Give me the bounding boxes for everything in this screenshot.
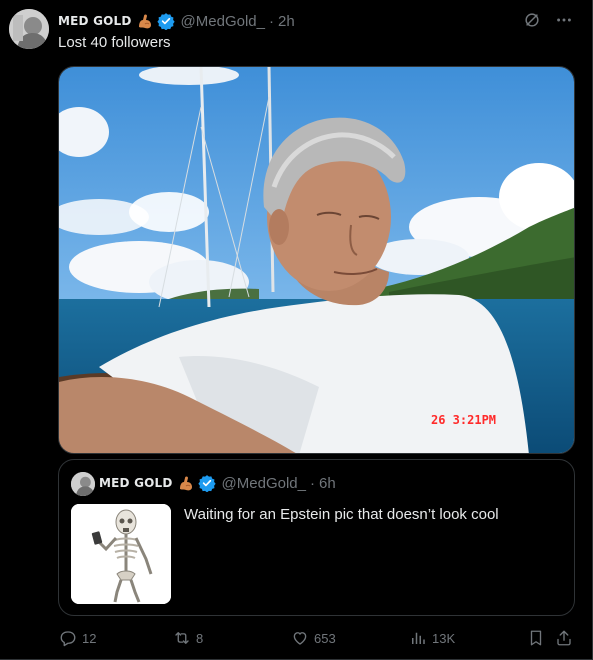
reply-button[interactable]: 12	[58, 626, 96, 650]
tweet-photo[interactable]: 26 3:21PM	[58, 66, 575, 454]
like-count: 653	[314, 630, 336, 646]
reply-count: 12	[82, 630, 97, 646]
top-actions	[522, 10, 574, 30]
action-bar: 12 8 653 13K	[58, 626, 578, 650]
timestamp[interactable]: 2h	[278, 13, 295, 30]
bookmark-icon	[526, 628, 546, 648]
separator-dot: ·	[268, 12, 274, 30]
share-button[interactable]	[554, 626, 574, 650]
quoted-header: MED GOLD @MedGold_ · 6h	[99, 473, 336, 493]
quoted-display-name: MED GOLD	[99, 476, 173, 490]
views-icon	[408, 628, 428, 648]
share-icon	[554, 628, 574, 648]
grok-icon[interactable]	[522, 10, 542, 30]
quoted-timestamp: 6h	[318, 474, 336, 492]
flexed-arm-emoji	[177, 474, 195, 492]
verified-icon	[156, 12, 175, 30]
views-button[interactable]: 13K	[408, 626, 455, 650]
like-icon	[290, 628, 310, 648]
avatar[interactable]	[9, 9, 49, 49]
like-button[interactable]: 653	[290, 626, 336, 650]
bookmark-button[interactable]	[526, 626, 546, 650]
retweet-count: 8	[196, 630, 204, 646]
verified-icon	[197, 474, 216, 492]
quoted-text: Waiting for an Epstein pic that doesn’t …	[184, 506, 499, 523]
flexed-arm-emoji	[136, 12, 154, 30]
tweet-header: MED GOLD @MedGold_ · 2h	[58, 11, 295, 31]
quoted-avatar[interactable]	[71, 472, 95, 496]
quoted-tweet[interactable]: MED GOLD @MedGold_ · 6h Waiting for an E…	[58, 459, 575, 616]
views-count: 13K	[432, 630, 456, 646]
tweet-container[interactable]: MED GOLD @MedGold_ · 2h Lost 40 follower…	[0, 0, 593, 660]
reply-icon	[58, 628, 78, 648]
quoted-thumbnail[interactable]	[71, 504, 171, 604]
photo-timestamp: 26 3:21PM	[431, 413, 496, 427]
handle[interactable]: @MedGold_	[181, 13, 265, 30]
retweet-button[interactable]: 8	[172, 626, 203, 650]
quoted-handle: @MedGold_	[221, 474, 306, 492]
tweet-text: Lost 40 followers	[58, 34, 171, 51]
retweet-icon	[172, 628, 192, 648]
display-name[interactable]: MED GOLD	[58, 14, 132, 28]
more-icon[interactable]	[554, 10, 574, 30]
separator-dot: ·	[309, 474, 315, 492]
